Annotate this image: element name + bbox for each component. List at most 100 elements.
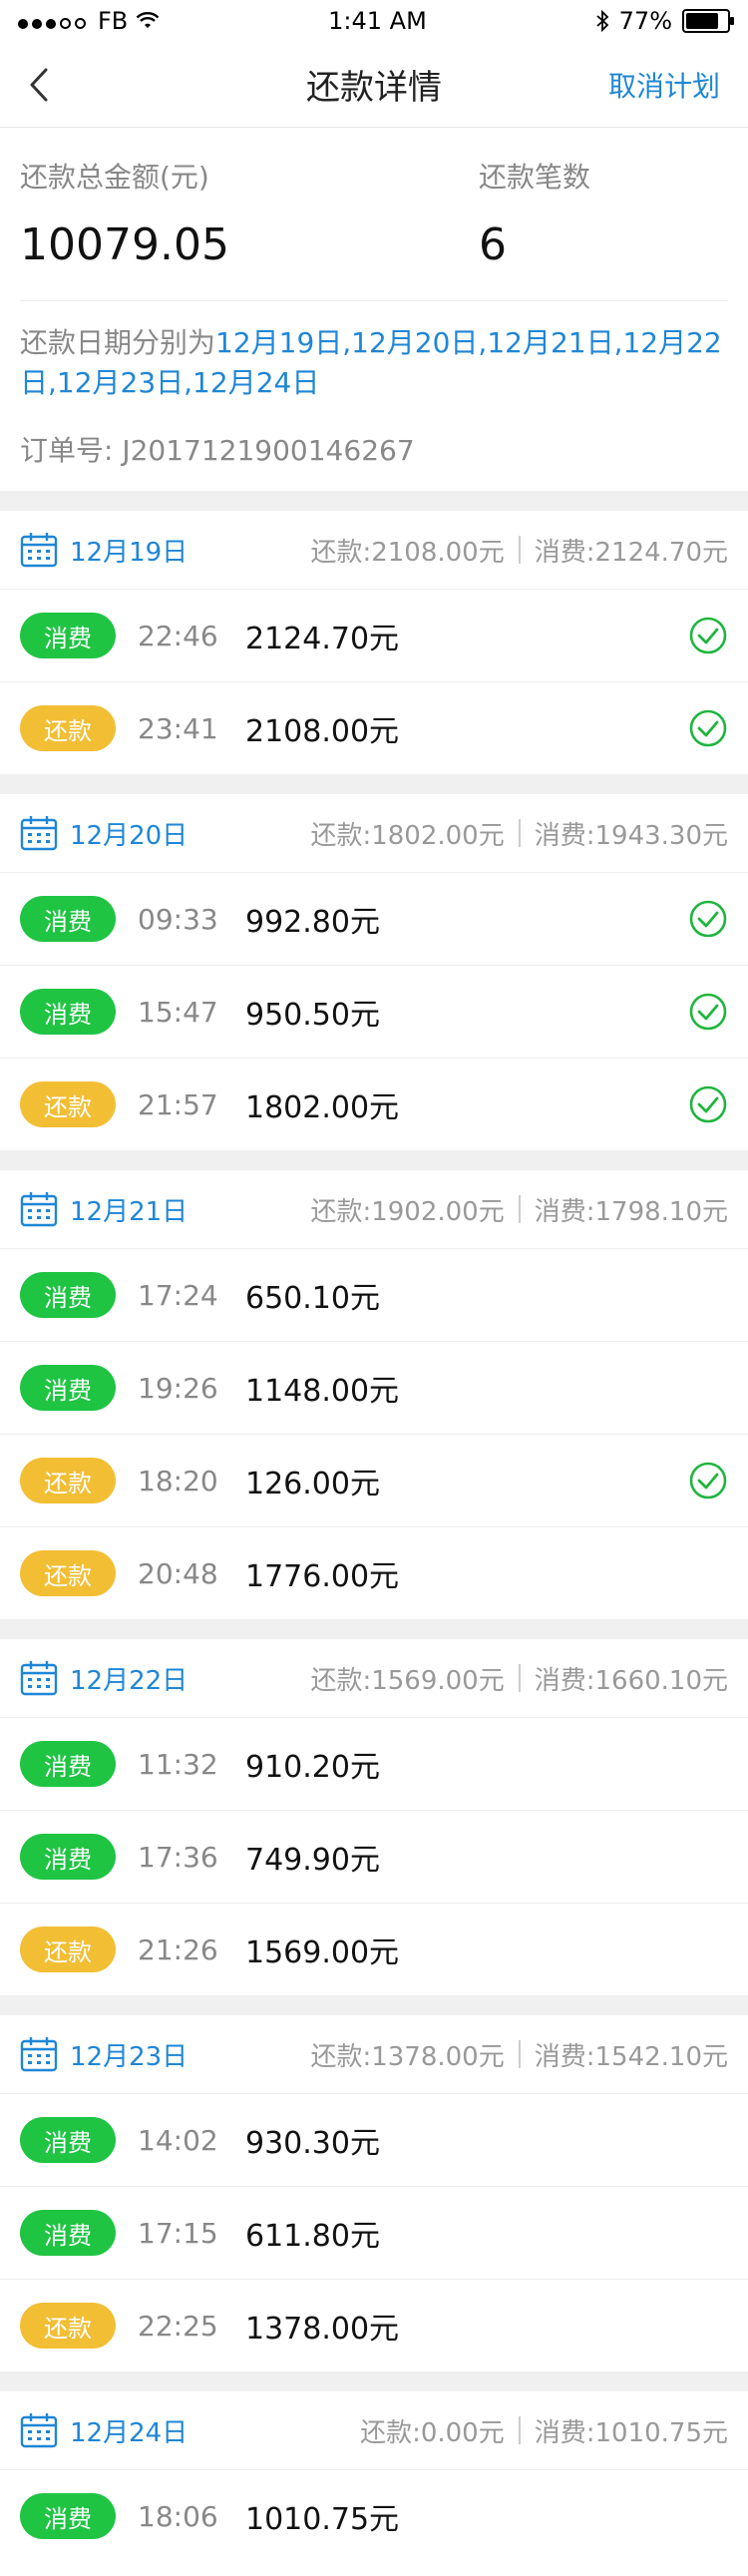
transaction-amount: 1776.00元	[245, 1559, 400, 1594]
transaction-row[interactable]: 还款 22:25 1378.00元	[0, 2280, 748, 2371]
back-button[interactable]	[22, 68, 56, 102]
day-repay-total: 还款:2108.00元	[310, 537, 505, 568]
transaction-row[interactable]: 消费 22:46 2124.70元	[0, 590, 748, 682]
transaction-row[interactable]: 还款 20:48 1776.00元	[0, 1527, 748, 1619]
day-date: 12月21日	[70, 1196, 188, 1227]
transaction-amount: 749.90元	[245, 1843, 380, 1878]
check-circle-icon	[688, 616, 728, 655]
transaction-row[interactable]: 消费 18:06 1010.75元	[0, 2470, 748, 2562]
transaction-time: 21:57	[138, 1087, 218, 1121]
calendar-icon	[20, 2412, 58, 2448]
transaction-row[interactable]: 消费 11:32 910.20元	[0, 1718, 748, 1811]
transaction-amount: 910.20元	[245, 1750, 380, 1785]
day-header: 12月19日 还款:2108.00元 消费:2124.70元	[0, 511, 748, 590]
day-totals: 还款:1902.00元 消费:1798.10元	[310, 1191, 728, 1228]
transaction-amount: 930.30元	[245, 2126, 380, 2161]
transaction-row[interactable]: 消费 17:36 749.90元	[0, 1811, 748, 1904]
transaction-time: 21:26	[138, 1932, 218, 1966]
transaction-row[interactable]: 还款 18:20 126.00元	[0, 1435, 748, 1527]
count-value: 6	[479, 219, 507, 270]
spend-badge: 消费	[20, 1365, 116, 1411]
transaction-row[interactable]: 消费 14:02 930.30元	[0, 2094, 748, 2187]
day-date: 12月24日	[70, 2417, 188, 2448]
check-circle-icon	[688, 1461, 728, 1501]
transaction-time: 11:32	[138, 1747, 218, 1781]
navigation-bar: 还款详情 取消计划	[0, 42, 748, 128]
transaction-time: 20:48	[138, 1556, 218, 1590]
repay-badge: 还款	[20, 1550, 116, 1596]
battery-percent: 77%	[618, 7, 672, 35]
divider	[518, 536, 521, 564]
transaction-amount: 126.00元	[245, 1467, 380, 1502]
cancel-plan-button[interactable]: 取消计划	[608, 65, 720, 105]
spend-badge: 消费	[20, 2117, 116, 2163]
transaction-row[interactable]: 消费 15:47 950.50元	[0, 966, 748, 1059]
transaction-time: 18:06	[138, 2499, 218, 2533]
day-header: 12月20日 还款:1802.00元 消费:1943.30元	[0, 794, 748, 873]
day-repay-total: 还款:1902.00元	[310, 1196, 505, 1227]
day-header: 12月23日 还款:1378.00元 消费:1542.10元	[0, 2015, 748, 2094]
day-date: 12月23日	[70, 2041, 188, 2072]
transaction-row[interactable]: 消费 09:33 992.80元	[0, 873, 748, 966]
transaction-time: 09:33	[138, 902, 218, 936]
order-number-line: 订单号: J2017121900146267	[20, 429, 728, 491]
spend-badge: 消费	[20, 2210, 116, 2256]
transaction-row[interactable]: 还款 21:57 1802.00元	[0, 1059, 748, 1150]
repay-badge: 还款	[20, 1081, 116, 1127]
divider	[518, 2416, 521, 2444]
transaction-row[interactable]: 还款 23:41 2108.00元	[0, 682, 748, 774]
check-circle-icon	[688, 992, 728, 1032]
summary-section: 还款总金额(元) 10079.05 还款笔数 6 还款日期分别为12月19日,1…	[0, 128, 748, 491]
day-totals: 还款:0.00元 消费:1010.75元	[360, 2412, 728, 2449]
repay-badge: 还款	[20, 705, 116, 751]
wifi-icon	[136, 12, 160, 28]
section-gap	[0, 1995, 748, 2015]
status-bar: FB 1:41 AM 77%	[0, 0, 748, 42]
day-repay-total: 还款:1378.00元	[310, 2041, 505, 2072]
transaction-row[interactable]: 消费 17:15 611.80元	[0, 2187, 748, 2280]
total-value: 10079.05	[20, 219, 229, 270]
calendar-icon	[20, 532, 58, 568]
transaction-row[interactable]: 消费 17:24 650.10元	[0, 1249, 748, 1342]
check-circle-icon	[688, 899, 728, 939]
divider	[518, 1664, 521, 1692]
spend-badge: 消费	[20, 1834, 116, 1880]
day-repay-total: 还款:1802.00元	[310, 820, 505, 851]
order-number: J2017121900146267	[122, 434, 415, 467]
total-block: 还款总金额(元) 10079.05	[20, 156, 479, 270]
carrier-label: FB	[98, 7, 129, 35]
transaction-row[interactable]: 还款 21:26 1569.00元	[0, 1904, 748, 1995]
day-spend-total: 消费:1943.30元	[534, 820, 728, 851]
bluetooth-icon	[596, 10, 608, 32]
transaction-time: 15:47	[138, 995, 218, 1029]
signal-dots	[18, 7, 90, 35]
dates-prefix: 还款日期分别为	[20, 326, 216, 359]
transaction-time: 18:20	[138, 1464, 218, 1498]
calendar-icon	[20, 2036, 58, 2072]
count-label: 还款笔数	[479, 161, 591, 194]
count-block: 还款笔数 6	[479, 156, 728, 270]
transaction-time: 17:15	[138, 2216, 218, 2250]
transaction-row[interactable]: 消费 19:26 1148.00元	[0, 1342, 748, 1435]
transaction-amount: 1010.75元	[245, 2502, 400, 2537]
section-gap	[0, 2371, 748, 2391]
divider	[518, 1195, 521, 1223]
day-totals: 还款:1378.00元 消费:1542.10元	[310, 2036, 728, 2073]
transaction-time: 19:26	[138, 1371, 218, 1405]
page-title: 还款详情	[306, 68, 442, 108]
repay-badge: 还款	[20, 1927, 116, 1972]
day-header: 12月22日 还款:1569.00元 消费:1660.10元	[0, 1639, 748, 1718]
battery-icon	[682, 9, 734, 33]
transaction-amount: 2108.00元	[245, 714, 400, 749]
total-label: 还款总金额(元)	[20, 161, 209, 194]
day-date: 12月19日	[70, 537, 188, 568]
transaction-time: 17:24	[138, 1278, 218, 1312]
repay-badge: 还款	[20, 2303, 116, 2349]
day-spend-total: 消费:1660.10元	[534, 1665, 728, 1696]
day-repay-total: 还款:1569.00元	[310, 1665, 505, 1696]
day-header: 12月21日 还款:1902.00元 消费:1798.10元	[0, 1170, 748, 1249]
day-repay-total: 还款:0.00元	[360, 2417, 505, 2448]
section-gap	[0, 774, 748, 794]
day-totals: 还款:2108.00元 消费:2124.70元	[310, 532, 728, 569]
day-date: 12月20日	[70, 820, 188, 851]
